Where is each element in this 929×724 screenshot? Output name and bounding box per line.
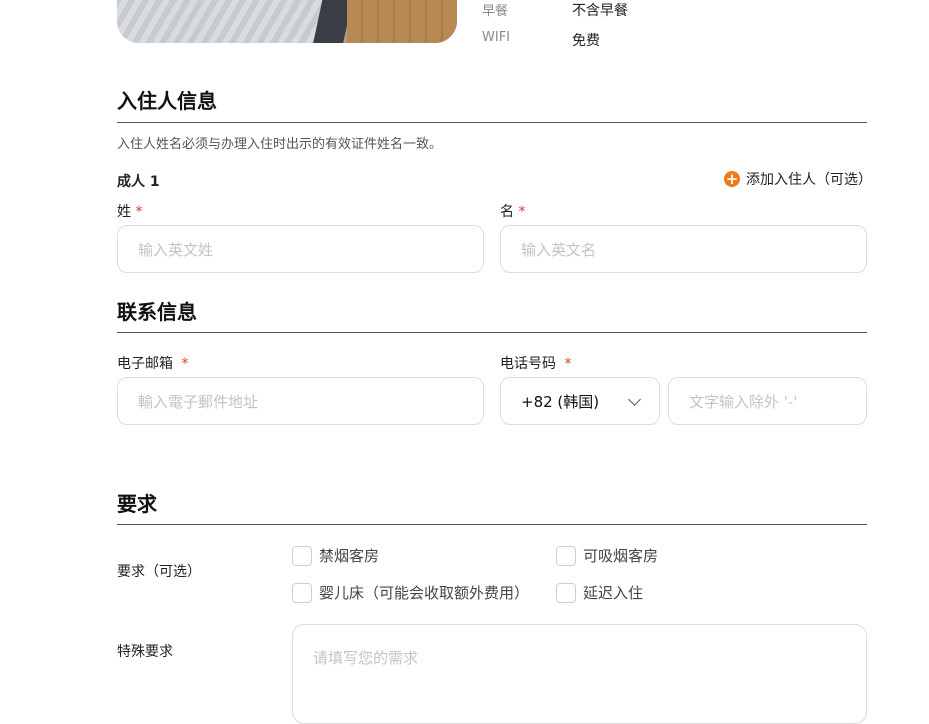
requests-optional-label: 要求（可选） [117,564,201,580]
country-code-value: +82 (韩国) [521,392,600,411]
required-mark: * [518,204,526,220]
non-smoking-checkbox[interactable] [292,545,312,566]
first-name-label-text: 名 [500,204,514,220]
country-code-select[interactable]: +82 (韩国) [500,377,660,425]
section-divider [117,524,867,525]
email-label: 电子邮箱 * [117,353,188,373]
special-requests-textarea[interactable]: 请填写您的需求 [292,624,867,724]
crib-checkbox[interactable] [292,582,312,603]
chevron-down-icon [628,392,641,406]
section-divider [117,332,867,333]
required-mark: * [564,356,572,372]
late-checkin-checkbox[interactable] [556,582,576,603]
add-guest-label: 添加入住人（可选） [746,172,872,188]
last-name-label-text: 姓 [117,204,131,220]
smoking-checkbox[interactable] [556,545,576,566]
adult-1-label: 成人 1 [117,174,160,190]
required-mark: * [135,204,143,220]
section-divider [117,122,867,123]
add-guest-button[interactable]: + 添加入住人（可选） [724,169,872,189]
late-checkin-option[interactable]: 延迟入住 [556,582,643,603]
non-smoking-label: 禁烟客房 [319,547,380,565]
breakfast-value: 不含早餐 [572,3,628,19]
guest-name-note: 入住人姓名必须与办理入住时出示的有效证件姓名一致。 [117,137,443,152]
requests-title: 要求 [117,492,157,516]
phone-input[interactable]: 文字输入除外 '-' [668,377,867,425]
email-label-text: 电子邮箱 [117,356,173,372]
last-name-label: 姓 * [117,201,142,221]
smoking-label: 可吸烟客房 [583,547,659,565]
first-name-input[interactable]: 输入英文名 [500,225,867,273]
email-input[interactable]: 輸入電子郵件地址 [117,377,484,425]
smoking-option[interactable]: 可吸烟客房 [556,545,658,566]
phone-label: 电话号码 * [500,353,571,373]
phone-label-text: 电话号码 [500,356,556,372]
crib-label: 婴儿床（可能会收取额外费用） [319,584,530,602]
wifi-label: WIFI [482,30,510,45]
crib-option[interactable]: 婴儿床（可能会收取额外费用） [292,582,529,603]
room-photo [117,0,457,43]
breakfast-label: 早餐 [482,4,509,19]
required-mark: * [181,356,189,372]
plus-icon: + [724,169,740,188]
guest-info-title: 入住人信息 [117,89,217,113]
last-name-input[interactable]: 输入英文姓 [117,225,484,273]
late-checkin-label: 延迟入住 [583,584,644,602]
non-smoking-option[interactable]: 禁烟客房 [292,545,379,566]
contact-info-title: 联系信息 [117,300,197,324]
first-name-label: 名 * [500,201,525,221]
special-requests-label: 特殊要求 [117,644,173,660]
wifi-value: 免费 [572,33,600,49]
